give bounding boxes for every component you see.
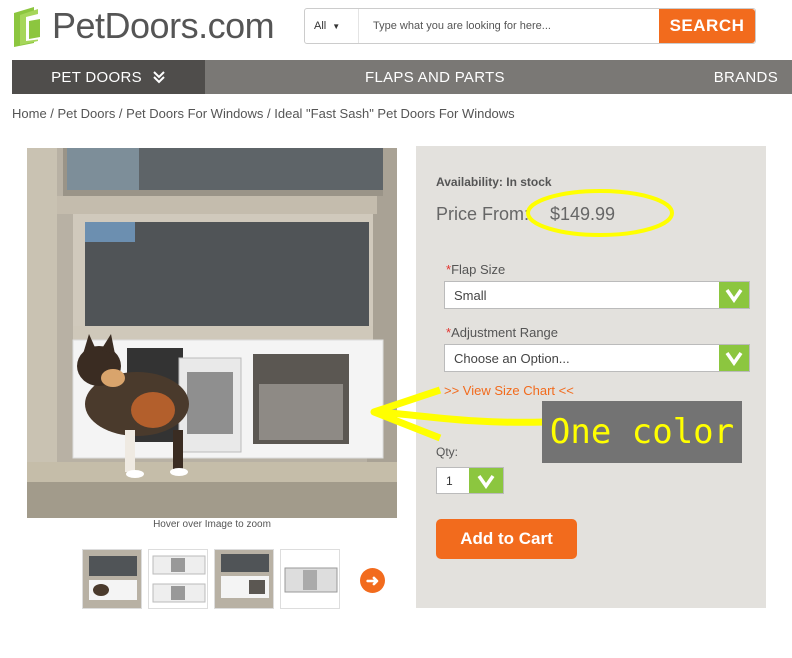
qty-value: 1: [446, 473, 453, 488]
adjustment-range-value: Choose an Option...: [454, 350, 570, 366]
petdoors-logo[interactable]: PetDoors.com: [12, 4, 275, 48]
thumbnail-image: [281, 550, 339, 608]
window-cat-photo: [27, 148, 397, 518]
thumbnail-image: [215, 550, 273, 608]
logo-door-icon: [14, 7, 42, 47]
site-header: PetDoors.com All ▼ SEARCH: [0, 0, 792, 60]
nav-pet-doors[interactable]: PET DOORS: [12, 60, 205, 94]
price-value: $149.99: [550, 204, 616, 224]
thumbnail-strip: [82, 549, 340, 609]
flap-size-label: *Flap Size: [446, 262, 506, 277]
chevron-down-icon: [469, 468, 503, 493]
zoom-hint: Hover over Image to zoom: [153, 519, 271, 530]
nav-flaps-and-parts[interactable]: FLAPS AND PARTS: [365, 60, 505, 94]
nav-pet-doors-label: PET DOORS: [51, 68, 142, 86]
chevron-down-icon: [719, 345, 749, 371]
annotation-text: One color: [549, 412, 735, 452]
nav-brands[interactable]: BRANDS: [714, 60, 778, 94]
arrow-right-icon[interactable]: ➜: [360, 568, 385, 593]
search-input[interactable]: [359, 9, 659, 43]
qty-label: Qty:: [436, 445, 459, 459]
thumbnail-4[interactable]: [280, 549, 340, 609]
breadcrumb[interactable]: Home / Pet Doors / Pet Doors For Windows…: [12, 106, 515, 121]
chevron-down-icon: [719, 282, 749, 308]
adjustment-range-label: *Adjustment Range: [446, 325, 559, 340]
add-to-cart-button[interactable]: Add to Cart: [436, 519, 577, 559]
thumbnail-3[interactable]: [214, 549, 274, 609]
flap-size-value: Small: [454, 287, 487, 303]
price-label: Price From:: [436, 204, 530, 224]
adjustment-range-label-text: Adjustment Range: [451, 325, 559, 340]
availability-status: Availability: In stock: [436, 175, 552, 189]
flap-size-label-text: Flap Size: [451, 262, 506, 277]
product-main-image[interactable]: [27, 148, 397, 518]
main-nav: PET DOORS FLAPS AND PARTS BRANDS: [12, 60, 792, 94]
view-size-chart-link[interactable]: >> View Size Chart <<: [444, 383, 574, 398]
qty-select[interactable]: 1: [436, 467, 504, 494]
breadcrumb-text[interactable]: Home / Pet Doors / Pet Doors For Windows…: [12, 106, 515, 121]
search-button[interactable]: SEARCH: [659, 9, 755, 43]
caret-down-icon: ▼: [332, 21, 341, 31]
thumbnail-image: [149, 550, 207, 608]
thumbnail-2[interactable]: [148, 549, 208, 609]
adjustment-range-select[interactable]: Choose an Option...: [444, 344, 750, 372]
search-scope-dropdown[interactable]: All ▼: [305, 9, 359, 43]
search-scope-label: All: [314, 20, 327, 32]
thumbnail-1[interactable]: [82, 549, 142, 609]
double-chevron-down-icon: [153, 71, 165, 84]
search-bar: All ▼ SEARCH: [304, 8, 756, 44]
thumbnail-image: [83, 550, 141, 608]
annotation-box: One color: [542, 401, 742, 463]
logo-text: PetDoors.com: [52, 5, 275, 46]
flap-size-select[interactable]: Small: [444, 281, 750, 309]
product-options-panel: Availability: In stock Price From: $149.…: [416, 146, 766, 608]
